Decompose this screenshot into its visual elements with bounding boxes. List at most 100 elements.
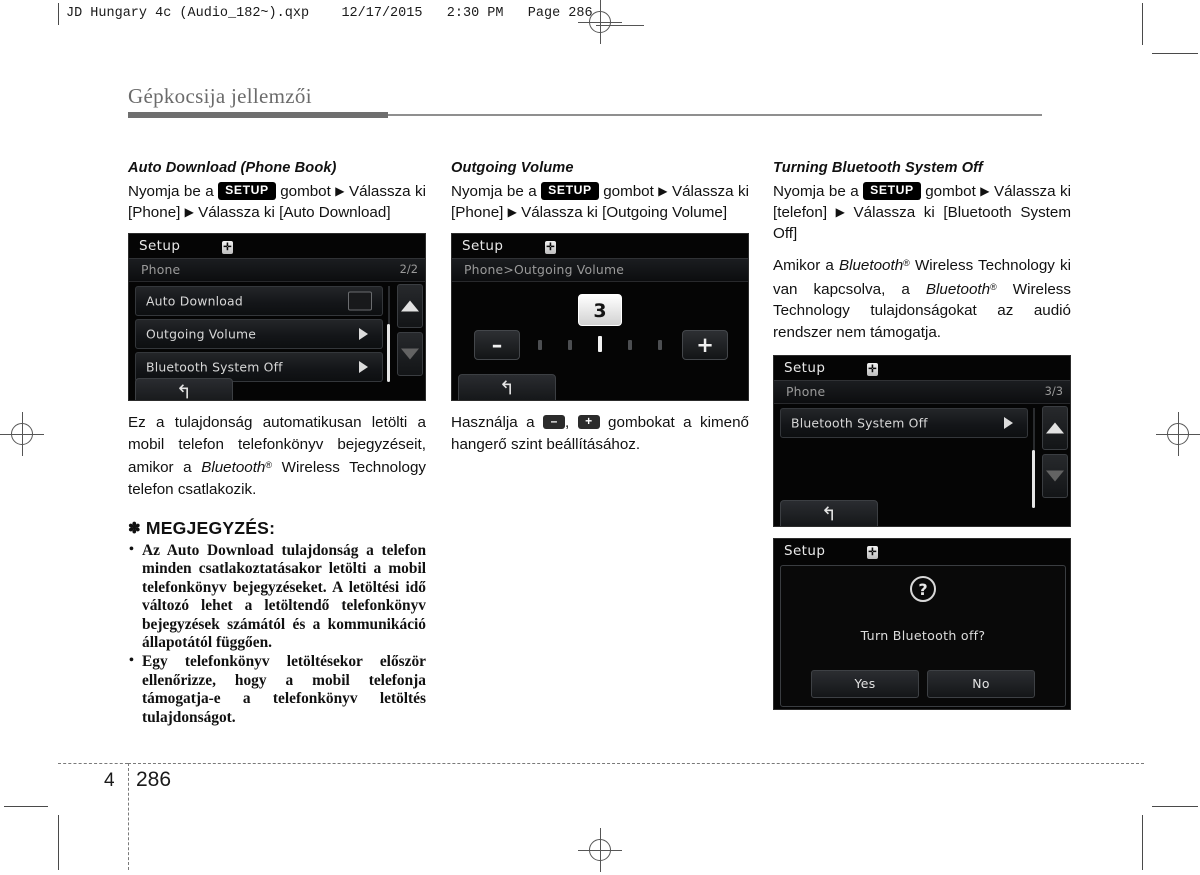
back-arrow-icon: ↰ — [499, 377, 515, 400]
scroll-down-button[interactable] — [397, 332, 423, 376]
list-item-bluetooth-system-off[interactable]: Bluetooth System Off — [780, 408, 1028, 438]
caption-outgoing-volume: Használja a –, + gombokat a kimenő hange… — [451, 412, 749, 455]
bluetooth-wordmark: Bluetooth — [201, 459, 266, 476]
bluetooth-icon: ✛ — [867, 546, 878, 559]
lcd-sub-label: Phone — [141, 262, 181, 277]
lcd-title: Setup — [462, 238, 504, 254]
back-button[interactable]: ↰ — [458, 374, 556, 400]
registration-mark-bottom — [578, 828, 622, 872]
caption-comma: , — [564, 414, 578, 431]
lcd-title: Setup — [784, 360, 826, 376]
back-button[interactable]: ↰ — [780, 500, 878, 526]
setup-key-button[interactable]: SETUP — [218, 182, 276, 200]
step-prefix: Nyomja be a — [773, 183, 859, 200]
footer-dashed-rule-right — [128, 763, 1144, 764]
volume-value-display: 3 — [578, 294, 622, 326]
screenshot-phone-list: Setup ✛ Phone 2/2 Auto Download Outgoing… — [128, 233, 426, 401]
list-item-auto-download[interactable]: Auto Download — [135, 286, 383, 316]
screenshot-outgoing-volume: Setup ✛ Phone>Outgoing Volume 3 – + ↰ — [451, 233, 749, 401]
setup-key-button[interactable]: SETUP — [863, 182, 921, 200]
crop-mark-top-right-h — [1152, 53, 1198, 54]
footer-dashed-rule-left — [58, 763, 128, 764]
chapter-number: 4 — [104, 770, 115, 791]
note-text-1: Amikor a — [773, 257, 839, 274]
back-arrow-icon: ↰ — [821, 503, 837, 526]
step-arrow-icon: ▶ — [335, 184, 345, 198]
screenshot-bluetooth-off-list: Setup ✛ Phone 3/3 Bluetooth System Off ↰ — [773, 355, 1071, 527]
arrow-up-icon — [401, 300, 419, 312]
volume-tick — [538, 340, 542, 350]
chevron-right-icon — [1004, 417, 1013, 429]
volume-tick-active — [598, 336, 602, 352]
list-item: Az Auto Download tulajdonság a telefon m… — [128, 541, 426, 652]
volume-tick — [658, 340, 662, 350]
checkbox-auto-download[interactable] — [348, 291, 372, 311]
list-item-label: Outgoing Volume — [146, 326, 257, 342]
crop-mark-bottom-left-h — [4, 806, 48, 807]
registration-mark-right — [1156, 412, 1200, 456]
setup-key-button[interactable]: SETUP — [541, 182, 599, 200]
arrow-down-icon — [401, 348, 419, 360]
back-button[interactable]: ↰ — [135, 378, 233, 401]
lcd-sub-label: Phone — [786, 384, 826, 399]
section-title-auto-download: Auto Download (Phone Book) — [128, 160, 337, 176]
manual-page: JD Hungary 4c (Audio_182~).qxp 12/17/201… — [0, 0, 1200, 875]
arrow-down-icon — [1046, 470, 1064, 482]
title-rule-light — [388, 114, 1042, 116]
arrow-up-icon — [1046, 422, 1064, 434]
note-heading-label: MEGJEGYZÉS: — [145, 518, 276, 538]
lcd-subbar: Phone>Outgoing Volume — [452, 258, 748, 282]
caption-auto-download: Ez a tulajdonság automatikusan letölti a… — [128, 412, 426, 500]
steps-outgoing-volume: Nyomja be a SETUP gombot ▶ Válassza ki [… — [451, 181, 749, 223]
lcd-breadcrumb: Phone>Outgoing Volume — [464, 262, 625, 277]
volume-tick — [628, 340, 632, 350]
scroll-up-button[interactable] — [1042, 406, 1068, 450]
steps-bluetooth-off: Nyomja be a SETUP gombot ▶ Válassza ki [… — [773, 181, 1071, 244]
column-bluetooth-off: Turning Bluetooth System Off Nyomja be a… — [773, 160, 1071, 710]
page-number: 286 — [136, 768, 172, 791]
minus-key-icon: – — [542, 415, 565, 429]
lcd-page-indicator: 3/3 — [1044, 384, 1063, 398]
bluetooth-wordmark-2: Bluetooth — [925, 280, 991, 298]
page-title: Gépkocsija jellemzői — [128, 84, 312, 108]
list-item-outgoing-volume[interactable]: Outgoing Volume — [135, 319, 383, 349]
footer-dashed-rule-vertical — [128, 763, 129, 870]
no-button[interactable]: No — [927, 670, 1035, 698]
section-title-outgoing-volume: Outgoing Volume — [451, 160, 574, 176]
volume-plus-button[interactable]: + — [682, 330, 728, 360]
lcd-subbar: Phone 2/2 — [129, 258, 425, 282]
step-arrow-icon-2: ▶ — [835, 205, 845, 219]
registered-mark: ® — [903, 258, 910, 268]
step-arrow-icon-2: ▶ — [184, 205, 194, 219]
back-arrow-icon: ↰ — [176, 381, 192, 401]
steps-auto-download: Nyomja be a SETUP gombot ▶ Válassza ki [… — [128, 181, 426, 223]
crop-mark-top-right-v — [1142, 3, 1143, 45]
bluetooth-wordmark: Bluetooth — [838, 257, 904, 274]
column-outgoing-volume: Outgoing Volume Nyomja be a SETUP gombot… — [451, 160, 749, 455]
section-title-bluetooth-off: Turning Bluetooth System Off — [773, 160, 983, 176]
scroll-up-button[interactable] — [397, 284, 423, 328]
note-list: Az Auto Download tulajdonság a telefon m… — [128, 541, 426, 727]
list-item: Egy telefonkönyv letöltésekor először el… — [128, 652, 426, 727]
step-prefix: Nyomja be a — [128, 183, 214, 200]
question-icon: ? — [910, 576, 936, 602]
list-item-label: Bluetooth System Off — [791, 415, 928, 431]
crop-mark-top-left-v — [58, 3, 59, 25]
chevron-right-icon — [359, 328, 368, 340]
screenshot-confirm-dialog: Setup ✛ ? Turn Bluetooth off? Yes No — [773, 538, 1071, 710]
list-item-label: Bluetooth System Off — [146, 359, 283, 375]
bluetooth-icon: ✛ — [222, 241, 233, 254]
scrollbar-thumb[interactable] — [1032, 450, 1035, 508]
bluetooth-icon: ✛ — [867, 363, 878, 376]
step-line2b: Válassza ki [Auto Download] — [198, 204, 391, 221]
caption-text-1: Használja a — [451, 414, 543, 431]
volume-minus-button[interactable]: – — [474, 330, 520, 360]
yes-button[interactable]: Yes — [811, 670, 919, 698]
chevron-right-icon — [359, 361, 368, 373]
dialog-message: Turn Bluetooth off? — [860, 628, 986, 643]
step-after-key: gombot — [603, 183, 654, 200]
title-rule-dark — [128, 112, 388, 118]
scrollbar-thumb[interactable] — [387, 324, 390, 382]
scroll-down-button[interactable] — [1042, 454, 1068, 498]
lcd-page-indicator: 2/2 — [399, 262, 418, 276]
